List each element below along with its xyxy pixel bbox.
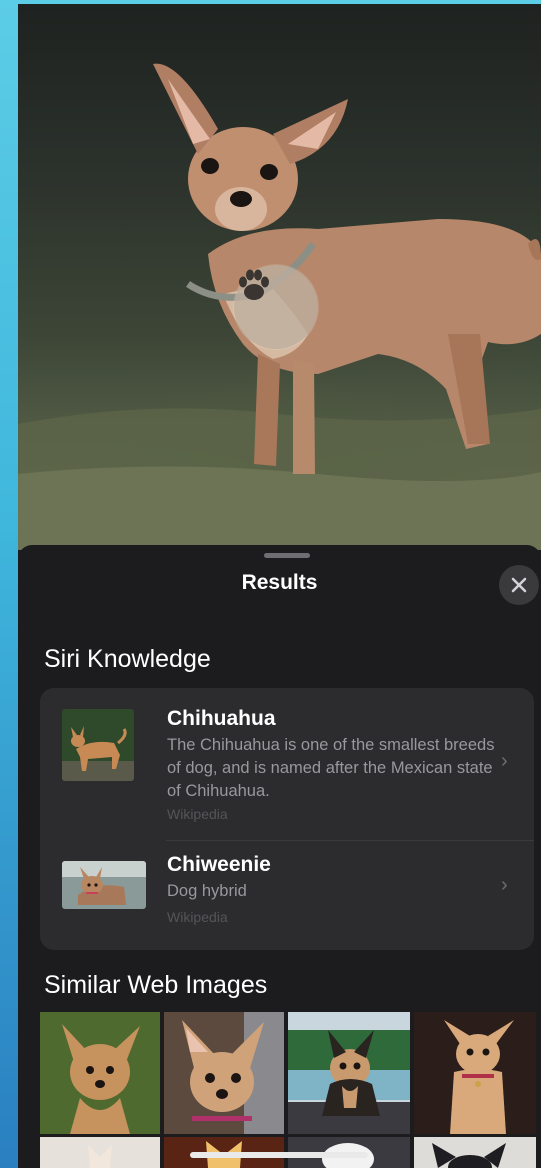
knowledge-item-description: The Chihuahua is one of the smallest bre… — [167, 736, 495, 800]
siri-knowledge-heading: Siri Knowledge — [44, 645, 211, 673]
knowledge-item-chihuahua[interactable]: Chihuahua The Chihuahua is one of the sm… — [40, 688, 534, 840]
chevron-right-icon: › — [501, 874, 508, 896]
phone-screen: Results Siri Knowledge Chihuahua The Chi… — [18, 4, 541, 1168]
similar-web-images-heading: Similar Web Images — [44, 971, 268, 999]
chihuahua-thumbnail — [62, 709, 134, 781]
knowledge-item-title: Chiweenie — [167, 853, 271, 876]
knowledge-item-source: Wikipedia — [167, 806, 228, 822]
similar-image[interactable] — [164, 1012, 284, 1134]
similar-image[interactable] — [40, 1012, 160, 1134]
knowledge-item-chiweenie[interactable]: Chiweenie Dog hybrid Wikipedia › — [40, 841, 534, 950]
home-indicator[interactable] — [190, 1152, 368, 1158]
knowledge-item-description: Dog hybrid — [167, 882, 247, 900]
similar-image[interactable] — [288, 1012, 410, 1134]
similar-image[interactable] — [414, 1012, 536, 1134]
similar-image[interactable] — [40, 1137, 160, 1168]
knowledge-item-title: Chihuahua — [167, 707, 276, 730]
chiweenie-thumbnail — [62, 861, 146, 909]
similar-image[interactable] — [414, 1137, 536, 1168]
paw-icon — [239, 269, 269, 300]
chevron-right-icon: › — [501, 750, 508, 772]
close-button[interactable] — [499, 565, 539, 605]
close-icon — [511, 577, 527, 593]
results-sheet: Results Siri Knowledge Chihuahua The Chi… — [18, 545, 541, 1168]
sheet-title: Results — [241, 571, 318, 594]
subject-photo — [18, 4, 541, 550]
knowledge-item-source: Wikipedia — [167, 909, 228, 925]
visual-lookup-badge[interactable] — [234, 265, 318, 349]
sheet-grabber[interactable] — [264, 553, 310, 558]
siri-knowledge-card: Chihuahua The Chihuahua is one of the sm… — [40, 688, 534, 950]
